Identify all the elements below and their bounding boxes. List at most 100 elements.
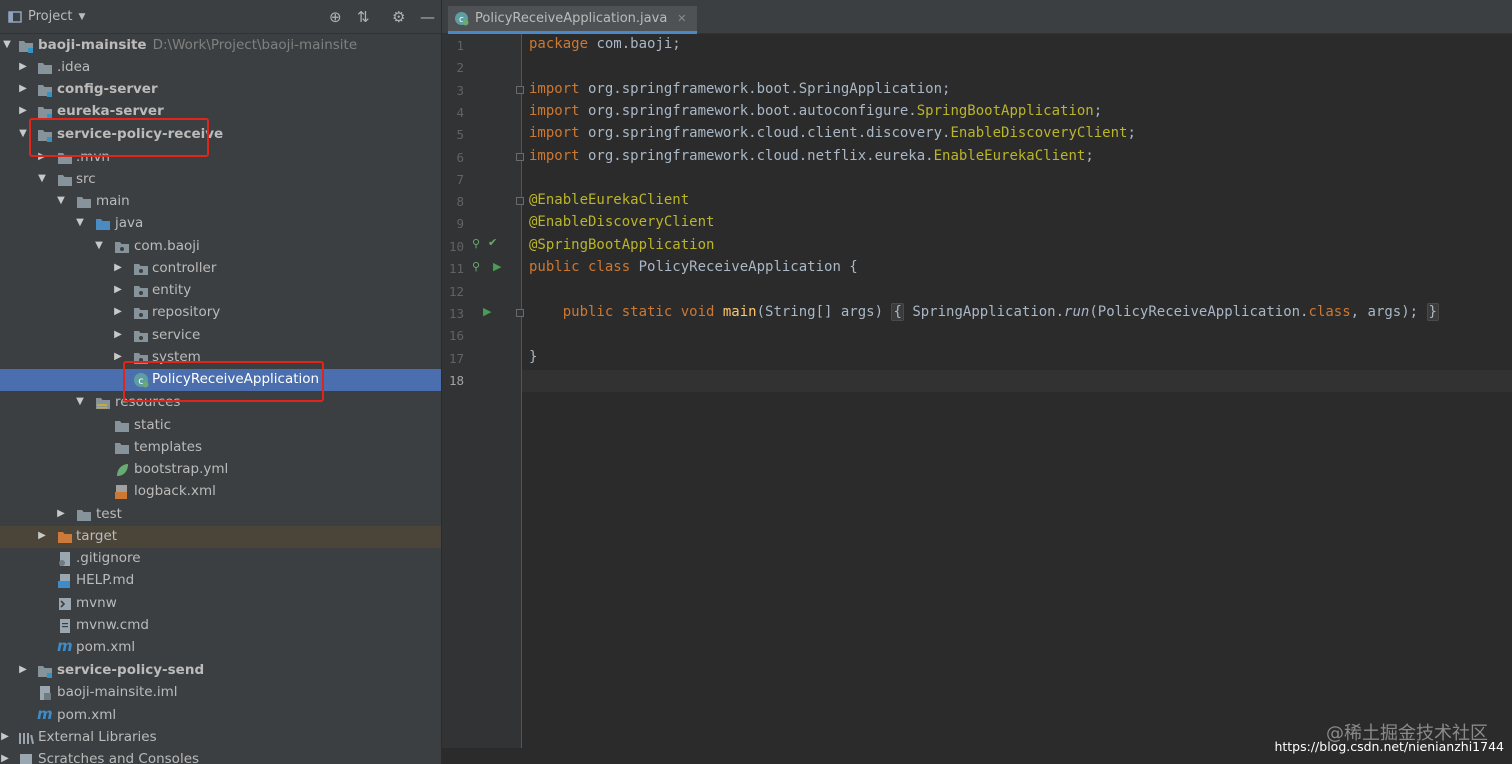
spring-leaf-icon bbox=[117, 464, 128, 476]
tree-item-config-server[interactable]: ▶ config-server bbox=[0, 79, 441, 101]
tree-item-idea[interactable]: ▶ .idea bbox=[0, 57, 441, 79]
code-line-10[interactable]: @SpringBootApplication bbox=[529, 237, 714, 253]
tree-item-controller[interactable]: ▶ controller bbox=[0, 258, 441, 280]
collapsed-arrow-icon[interactable]: ▶ bbox=[0, 731, 10, 742]
source-folder-icon bbox=[96, 219, 110, 230]
highlight-box bbox=[29, 118, 209, 157]
code-line-17[interactable]: } bbox=[529, 349, 537, 365]
fold-marker-icon[interactable] bbox=[516, 153, 524, 161]
editor-tab[interactable]: c PolicyReceiveApplication.java ✕ bbox=[448, 6, 697, 34]
code-token: EnableEurekaClient bbox=[933, 148, 1086, 164]
collapsed-arrow-icon[interactable]: ▶ bbox=[113, 329, 123, 340]
tree-item-help-md[interactable]: HELP.md bbox=[0, 570, 441, 592]
line-number: 12 bbox=[448, 284, 464, 299]
tree-item-logback-xml[interactable]: logback.xml bbox=[0, 481, 441, 503]
collapsed-arrow-icon[interactable]: ▶ bbox=[113, 351, 123, 362]
tree-item-java[interactable]: ▼ java bbox=[0, 213, 441, 235]
collapsed-arrow-icon[interactable]: ▶ bbox=[18, 61, 28, 72]
code-token: (String[] args) bbox=[756, 304, 892, 320]
code-line-8[interactable]: @EnableEurekaClient bbox=[529, 192, 689, 208]
collapsed-arrow-icon[interactable]: ▶ bbox=[37, 530, 47, 541]
spring-bean-icon[interactable]: ⚲ bbox=[472, 237, 480, 250]
expanded-arrow-icon[interactable]: ▼ bbox=[56, 195, 66, 206]
hide-panel-icon[interactable]: — bbox=[420, 9, 435, 25]
tree-item-label: pom.xml bbox=[76, 639, 136, 655]
run-icon[interactable]: ▶ bbox=[493, 260, 501, 273]
code-token: import bbox=[529, 148, 580, 164]
collapsed-arrow-icon[interactable]: ▶ bbox=[113, 306, 123, 317]
code-token: , args); bbox=[1350, 304, 1427, 320]
code-line-13[interactable]: public static void main(String[] args) {… bbox=[529, 303, 1439, 321]
tree-item-label: com.baoji bbox=[134, 238, 200, 254]
tree-item-target[interactable]: ▶ target bbox=[0, 526, 441, 548]
spring-class-icon: c bbox=[455, 12, 469, 26]
tree-item-bootstrap-yml[interactable]: bootstrap.yml bbox=[0, 459, 441, 481]
collapse-all-icon[interactable]: ⇅ bbox=[357, 9, 370, 25]
locate-icon[interactable]: ⊕ bbox=[329, 9, 342, 25]
tree-item-repository[interactable]: ▶ repository bbox=[0, 302, 441, 324]
expanded-arrow-icon[interactable]: ▼ bbox=[75, 396, 85, 407]
line-number: 1 bbox=[456, 38, 464, 53]
expanded-arrow-icon[interactable]: ▼ bbox=[18, 128, 28, 139]
line-number: 9 bbox=[456, 216, 464, 231]
fold-marker-icon[interactable] bbox=[516, 86, 524, 94]
collapsed-arrow-icon[interactable]: ▶ bbox=[18, 83, 28, 94]
editor-gutter: 1 2 3 4 5 6 7 8 9 10 11 12 13 16 17 18 ⚲… bbox=[442, 34, 524, 748]
tree-item-pom-xml[interactable]: m pom.xml bbox=[0, 637, 441, 659]
tree-item-src[interactable]: ▼ src bbox=[0, 169, 441, 191]
spring-config-icon[interactable]: ✔ bbox=[488, 236, 497, 249]
tree-item-label: External Libraries bbox=[38, 729, 157, 745]
tree-item-entity[interactable]: ▶ entity bbox=[0, 280, 441, 302]
folded-brace[interactable]: { bbox=[891, 303, 904, 321]
code-line-6[interactable]: import org.springframework.cloud.netflix… bbox=[529, 148, 1094, 164]
tree-item-templates[interactable]: templates bbox=[0, 437, 441, 459]
tree-item-mvnw[interactable]: mvnw bbox=[0, 593, 441, 615]
tree-item-label: target bbox=[76, 528, 118, 544]
tree-item-main[interactable]: ▼ main bbox=[0, 191, 441, 213]
code-line-1[interactable]: package com.baoji; bbox=[529, 36, 681, 52]
expanded-arrow-icon[interactable]: ▼ bbox=[94, 240, 104, 251]
spring-bean-icon[interactable]: ⚲ bbox=[472, 260, 480, 273]
line-number: 7 bbox=[456, 172, 464, 187]
tree-item-scratches[interactable]: ▶ Scratches and Consoles bbox=[0, 749, 441, 764]
tree-item-mvnw-cmd[interactable]: mvnw.cmd bbox=[0, 615, 441, 637]
expanded-arrow-icon[interactable]: ▼ bbox=[37, 173, 47, 184]
collapsed-arrow-icon[interactable]: ▶ bbox=[0, 753, 10, 764]
code-line-4[interactable]: import org.springframework.boot.autoconf… bbox=[529, 103, 1102, 119]
gear-icon[interactable]: ⚙ bbox=[392, 9, 405, 25]
tree-item-root-pom-xml[interactable]: m pom.xml bbox=[0, 705, 441, 727]
tree-item-gitignore[interactable]: .gitignore bbox=[0, 548, 441, 570]
fold-marker-icon[interactable] bbox=[516, 197, 524, 205]
close-icon[interactable]: ✕ bbox=[677, 12, 686, 25]
collapsed-arrow-icon[interactable]: ▶ bbox=[56, 508, 66, 519]
current-line-highlight bbox=[522, 370, 1512, 392]
xml-file-icon bbox=[115, 485, 127, 499]
code-token: class bbox=[1308, 304, 1351, 320]
run-icon[interactable]: ▶ bbox=[483, 305, 491, 318]
code-token: import bbox=[529, 103, 580, 119]
code-line-5[interactable]: import org.springframework.cloud.client.… bbox=[529, 125, 1136, 141]
fold-marker-icon[interactable] bbox=[516, 309, 524, 317]
expanded-arrow-icon[interactable]: ▼ bbox=[2, 39, 12, 50]
code-line-9[interactable]: @EnableDiscoveryClient bbox=[529, 214, 714, 230]
collapsed-arrow-icon[interactable]: ▶ bbox=[18, 664, 28, 675]
tree-item-label: bootstrap.yml bbox=[134, 461, 229, 477]
tree-item-test[interactable]: ▶ test bbox=[0, 504, 441, 526]
tree-item-service[interactable]: ▶ service bbox=[0, 325, 441, 347]
collapsed-arrow-icon[interactable]: ▶ bbox=[113, 262, 123, 273]
tree-item-com-baoji[interactable]: ▼ com.baoji bbox=[0, 236, 441, 258]
tree-item-iml[interactable]: baoji-mainsite.iml bbox=[0, 682, 441, 704]
code-line-11[interactable]: public class PolicyReceiveApplication { bbox=[529, 259, 858, 275]
collapsed-arrow-icon[interactable]: ▶ bbox=[113, 284, 123, 295]
line-number: 5 bbox=[456, 127, 464, 142]
expanded-arrow-icon[interactable]: ▼ bbox=[75, 217, 85, 228]
collapsed-arrow-icon[interactable]: ▶ bbox=[18, 105, 28, 116]
folded-brace[interactable]: } bbox=[1426, 303, 1439, 321]
line-number: 10 bbox=[448, 239, 464, 254]
tree-item-service-policy-send[interactable]: ▶ service-policy-send bbox=[0, 660, 441, 682]
code-line-3[interactable]: import org.springframework.boot.SpringAp… bbox=[529, 81, 950, 97]
tree-item-static[interactable]: static bbox=[0, 415, 441, 437]
tree-item-baoji-mainsite[interactable]: ▼ baoji-mainsite D:\Work\Project\baoji-ma… bbox=[0, 35, 441, 57]
tree-item-external-libraries[interactable]: ▶ External Libraries bbox=[0, 727, 441, 749]
project-view-selector[interactable]: Project ▼ bbox=[8, 9, 85, 24]
